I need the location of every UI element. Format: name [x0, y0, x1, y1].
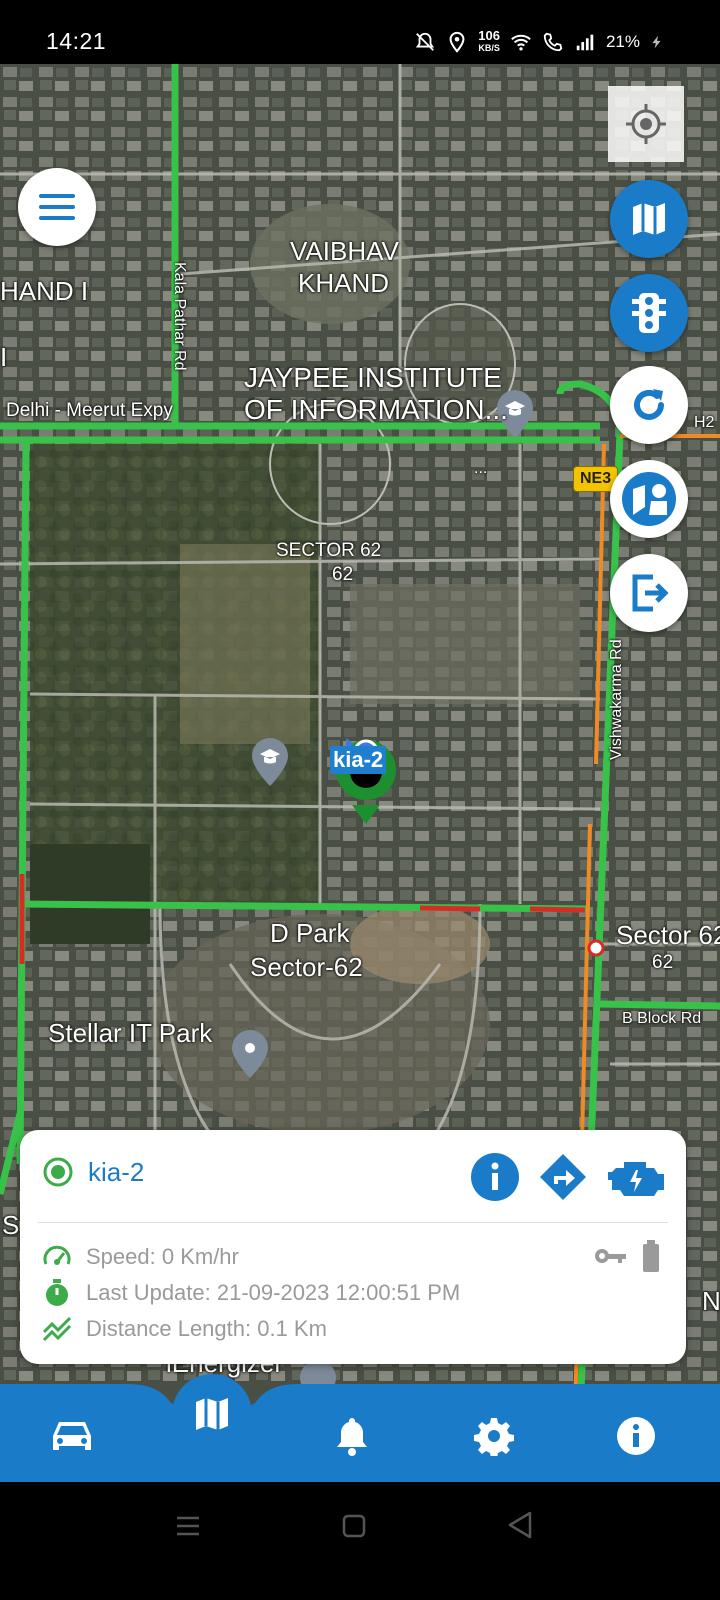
traffic-button[interactable] — [610, 274, 688, 352]
card-actions — [470, 1152, 668, 1202]
map-label: SECTOR 62 — [276, 540, 382, 561]
car-icon — [53, 1422, 91, 1450]
map-label: HAND I — [0, 276, 89, 306]
map-label: I — [0, 342, 8, 372]
nav-vehicles[interactable] — [50, 1414, 94, 1458]
exit-icon — [632, 574, 669, 612]
map-label: S — [2, 1210, 20, 1240]
battery-percent: 21% — [605, 32, 640, 51]
locate-button[interactable] — [608, 86, 684, 162]
recents-icon[interactable] — [174, 1512, 202, 1540]
map-type-button[interactable] — [610, 180, 688, 258]
status-icons: 106 KB/S 21% — [414, 28, 664, 54]
last-update-row: Last Update: 21-09-2023 12:00:51 PM — [42, 1278, 460, 1308]
speed-row: Speed: 0 Km/hr — [42, 1242, 239, 1272]
mute-icon — [416, 32, 435, 51]
metro-icon — [587, 939, 605, 957]
vehicle-battery-icon — [643, 1240, 659, 1272]
map-label: Kala Pathar Rd — [171, 262, 188, 371]
menu-icon — [39, 194, 75, 220]
map-label: N — [702, 1286, 720, 1316]
map-layers-button[interactable] — [610, 460, 688, 538]
distance-row: Distance Length: 0.1 Km — [42, 1314, 327, 1344]
vehicle-name[interactable]: kia-2 — [88, 1157, 144, 1188]
map-label: VAIBHAV — [290, 236, 399, 266]
map-icon — [633, 203, 665, 235]
wifi-call-icon — [543, 32, 563, 52]
traffic-light-icon — [632, 293, 666, 333]
speed-text: Speed: 0 Km/hr — [86, 1244, 239, 1269]
signal-icon — [576, 34, 594, 51]
map-label: Delhi - Meerut Expy — [6, 400, 173, 421]
stopwatch-icon — [46, 1279, 68, 1306]
map-label: OF INFORMATION... — [244, 394, 508, 425]
menu-button[interactable] — [18, 168, 96, 246]
nav-settings[interactable] — [472, 1414, 516, 1458]
map-label: 62 — [652, 952, 674, 973]
system-navigation-bar — [0, 1482, 720, 1600]
vehicle-status-icons — [594, 1240, 660, 1272]
map-label: 62 — [332, 564, 354, 585]
vehicle-map-label[interactable]: kia-2 — [330, 746, 387, 774]
net-speed: 106 KB/S — [478, 28, 500, 53]
map-layers-icon — [622, 472, 676, 526]
card-divider — [38, 1222, 668, 1223]
last-update-text: Last Update: 21-09-2023 12:00:51 PM — [86, 1280, 461, 1305]
wifi-icon — [511, 34, 531, 51]
map-label: Sector 62 — [616, 920, 720, 950]
nav-alerts[interactable] — [330, 1414, 374, 1458]
nav-about[interactable] — [614, 1414, 658, 1458]
vehicle-info-card[interactable]: kia-2 Speed: 0 Km/hr Last Update: 21-09-… — [20, 1130, 686, 1364]
crosshair-icon — [626, 104, 666, 144]
bell-icon — [337, 1418, 367, 1456]
app-screen: 14:21 106 KB/S 21% VAIBHAV KHAND HAND I … — [0, 0, 720, 1600]
battery-charging-icon — [652, 35, 661, 49]
info-button[interactable] — [470, 1152, 520, 1202]
home-icon[interactable] — [340, 1512, 368, 1540]
map-label: B Block Rd — [622, 1010, 702, 1027]
map-label: Vishwakarma Rd — [608, 639, 625, 760]
back-icon[interactable] — [506, 1510, 536, 1540]
map-label: D Park — [270, 918, 350, 948]
status-bar: 14:21 106 KB/S 21% — [0, 0, 720, 64]
location-icon — [449, 31, 465, 53]
map-label: Sector-62 — [250, 952, 363, 982]
settings-icon — [474, 1418, 514, 1456]
map-label: H2 — [694, 414, 715, 431]
online-status-icon — [43, 1157, 73, 1187]
map-label: ... — [474, 460, 488, 477]
nav-map[interactable] — [172, 1374, 252, 1454]
map-icon — [196, 1398, 228, 1430]
card-header: kia-2 — [42, 1156, 144, 1188]
bottom-navigation — [0, 1384, 720, 1482]
refresh-icon — [634, 389, 664, 420]
exit-button[interactable] — [610, 554, 688, 632]
trend-icon — [42, 1316, 72, 1342]
distance-text: Distance Length: 0.1 Km — [86, 1316, 327, 1341]
map-label: JAYPEE INSTITUTE — [244, 362, 502, 393]
map-label: KHAND — [298, 268, 390, 298]
directions-button[interactable] — [538, 1152, 588, 1202]
map-label: Stellar IT Park — [48, 1018, 213, 1048]
refresh-button[interactable] — [610, 366, 688, 444]
status-time: 14:21 — [46, 28, 107, 54]
info-icon — [617, 1417, 655, 1455]
speedometer-icon — [43, 1245, 71, 1265]
ignition-key-icon — [595, 1249, 626, 1263]
engine-icon[interactable] — [606, 1152, 668, 1202]
